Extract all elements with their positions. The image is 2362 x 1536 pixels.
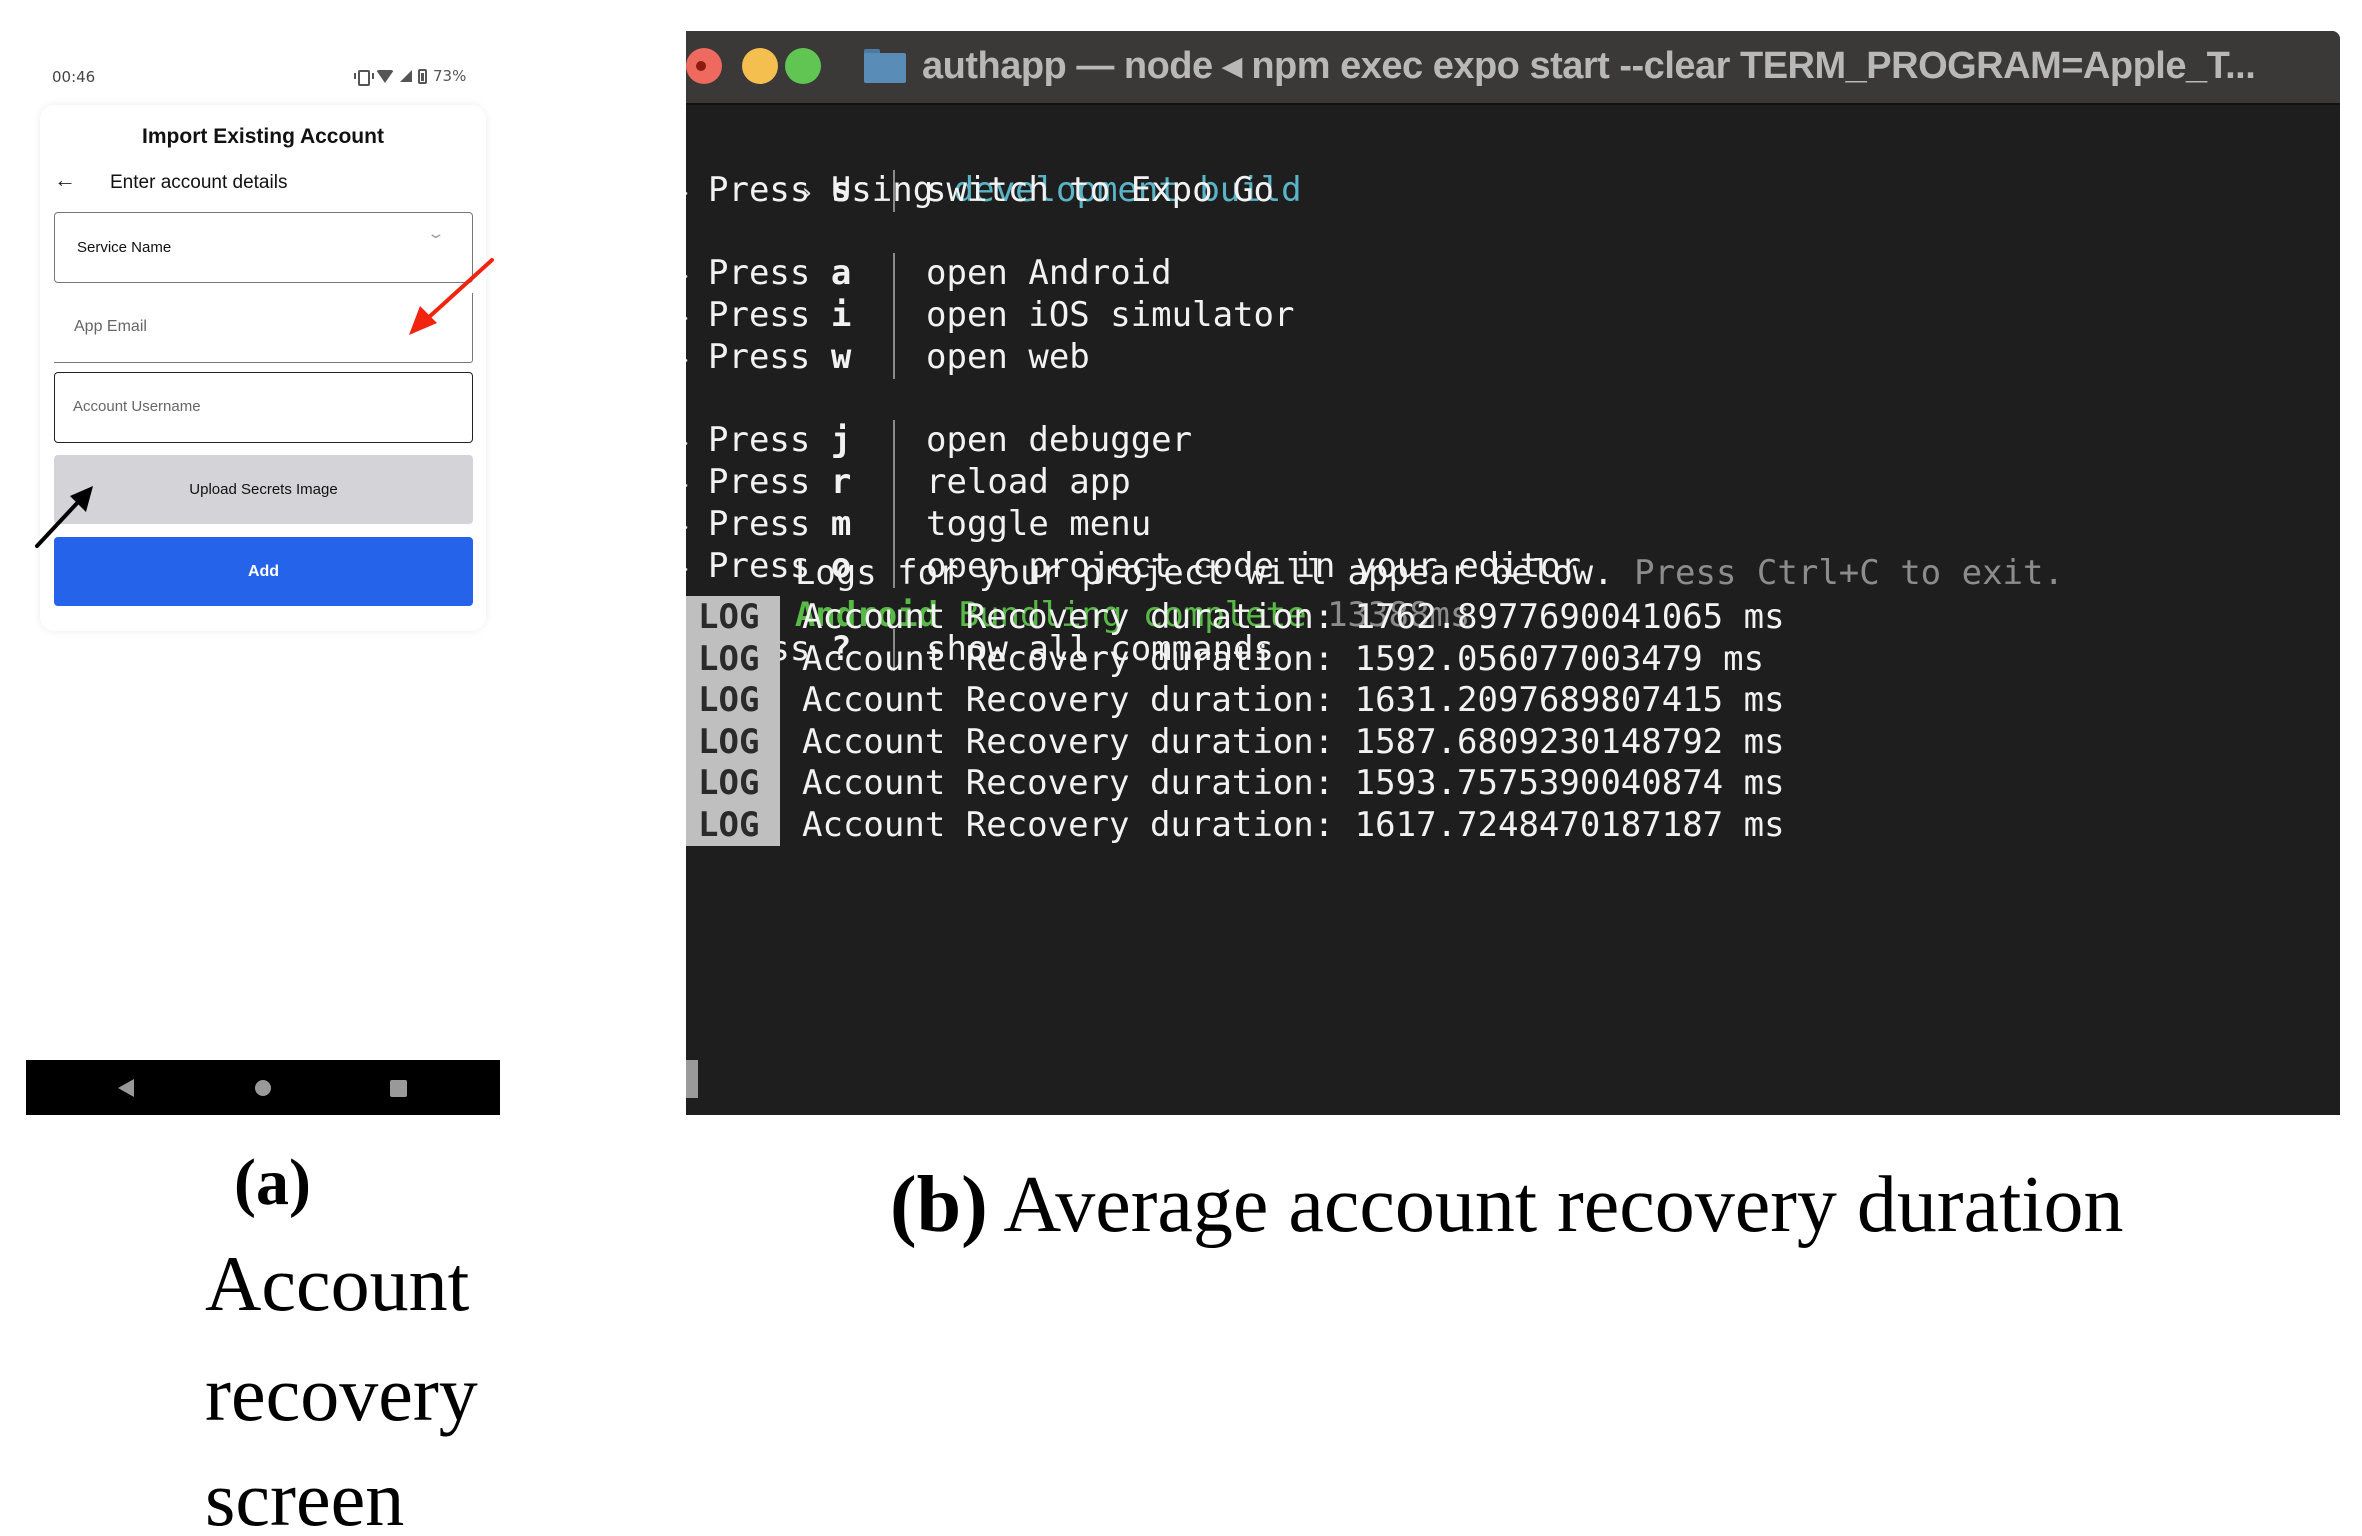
nav-back-icon[interactable] [118,1079,134,1097]
command-key: a [830,253,852,293]
minimize-window-button[interactable] [742,48,778,84]
command-key: i [830,295,852,335]
terminal-cursor [686,1060,698,1098]
status-time: 00:46 [52,68,96,86]
battery-icon [418,68,427,84]
press-word: Press [708,253,811,293]
chevron-down-icon: ⌄ [426,225,446,241]
command-key: s [830,170,852,210]
command-line: ›Press i open iOS simulator [686,294,1294,339]
caption-a-label: (a) [234,1146,311,1219]
command-desc: open iOS simulator [926,295,1295,335]
android-nav-bar [26,1060,500,1115]
log-entry: Account Recovery duration: 1631.20976898… [802,680,1785,721]
command-key: r [830,462,852,502]
terminal-titlebar: authapp — node ◂ npm exec expo start --c… [686,31,2340,105]
prompt-glyph: › [686,297,708,339]
service-name-label: Service Name [77,239,172,256]
app-email-placeholder: App Email [74,318,147,335]
log-badge: LOG [686,804,780,846]
log-entry: Account Recovery duration: 1617.72484701… [802,805,1785,845]
press-word: Press [708,420,811,460]
logs-notice-dim: Press Ctrl+C to exit. [1613,553,2064,593]
log-entry: Account Recovery duration: 1587.68092301… [802,721,1785,762]
prompt-glyph: › [686,339,708,381]
terminal-window: authapp — node ◂ npm exec expo start --c… [686,31,2340,1115]
log-entry: Account Recovery duration: 1592.05607700… [802,638,1765,679]
battery-percent: 73% [433,67,467,85]
screen-title: Import Existing Account [142,125,384,148]
import-account-card: Import Existing Account ← Enter account … [40,105,486,631]
upload-secrets-image-button[interactable]: Upload Secrets Image [54,455,473,524]
command-line: ›Press j open debugger [686,419,1192,464]
log-badge: LOG [686,720,780,763]
nav-home-icon[interactable] [255,1080,271,1096]
status-icons: 73% [354,67,467,86]
close-window-button[interactable] [686,48,722,84]
command-line: ›Press w open web [686,336,1090,381]
command-desc: open Android [926,253,1172,293]
folder-icon [864,49,906,83]
command-line: ›Press s switch to Expo Go [686,169,1274,214]
caption-a-line: recovery [205,1350,478,1437]
column-separator [893,253,895,379]
press-word: Press [708,170,811,210]
command-desc: reload app [926,462,1131,502]
vibrate-icon [354,69,374,86]
caption-b-label: (b) [890,1161,988,1249]
prompt-glyph: › [686,172,708,214]
prompt-glyph: › [686,464,708,506]
press-word: Press [708,462,811,502]
caption-a-line: screen [205,1455,405,1536]
back-arrow-icon[interactable]: ← [54,169,76,191]
press-word: Press [708,337,811,377]
command-line: ›Press r reload app [686,461,1131,506]
column-separator [893,170,895,212]
service-name-dropdown[interactable]: Service Name ⌄ [54,212,473,283]
screen-subtitle: Enter account details [110,172,288,193]
command-line: ›Press a open Android [686,252,1172,297]
account-username-placeholder: Account Username [73,398,201,415]
add-button[interactable]: Add [54,537,473,606]
prompt-glyph: › [686,422,708,464]
caption-b-text: Average account recovery duration [987,1161,2124,1249]
app-email-input[interactable]: App Email [54,293,473,363]
caption-b: (b) Average account recovery duration [890,1160,2124,1251]
terminal-line: Logs for your project will appear below.… [686,510,2064,593]
prompt-glyph: › [686,255,708,297]
log-entry: Account Recovery duration: 1762.89776900… [802,597,1785,637]
command-desc: switch to Expo Go [926,170,1274,210]
command-desc: open web [926,337,1090,377]
account-username-input[interactable]: Account Username [54,372,473,443]
log-badge: LOG [686,679,780,722]
log-badge: LOG [686,596,780,638]
wifi-icon [376,69,394,83]
terminal-line: Android Bundling complete 13388ms [686,552,1471,635]
log-badge: LOG [686,637,780,680]
nav-recents-icon[interactable] [390,1080,407,1097]
press-word: Press [708,295,811,335]
terminal-line: › Using development build [686,127,1302,210]
command-desc: open debugger [926,420,1193,460]
command-key: w [830,337,852,377]
maximize-window-button[interactable] [785,48,821,84]
terminal-output: ›Using development build ›Press sswitch … [686,107,2340,1115]
caption-a-line: Account [205,1240,470,1327]
signal-icon [400,70,412,82]
command-key: j [830,420,852,460]
terminal-title: authapp — node ◂ npm exec expo start --c… [922,45,2256,87]
log-entry: Account Recovery duration: 1593.75753900… [802,763,1785,804]
log-badge: LOG [686,762,780,805]
